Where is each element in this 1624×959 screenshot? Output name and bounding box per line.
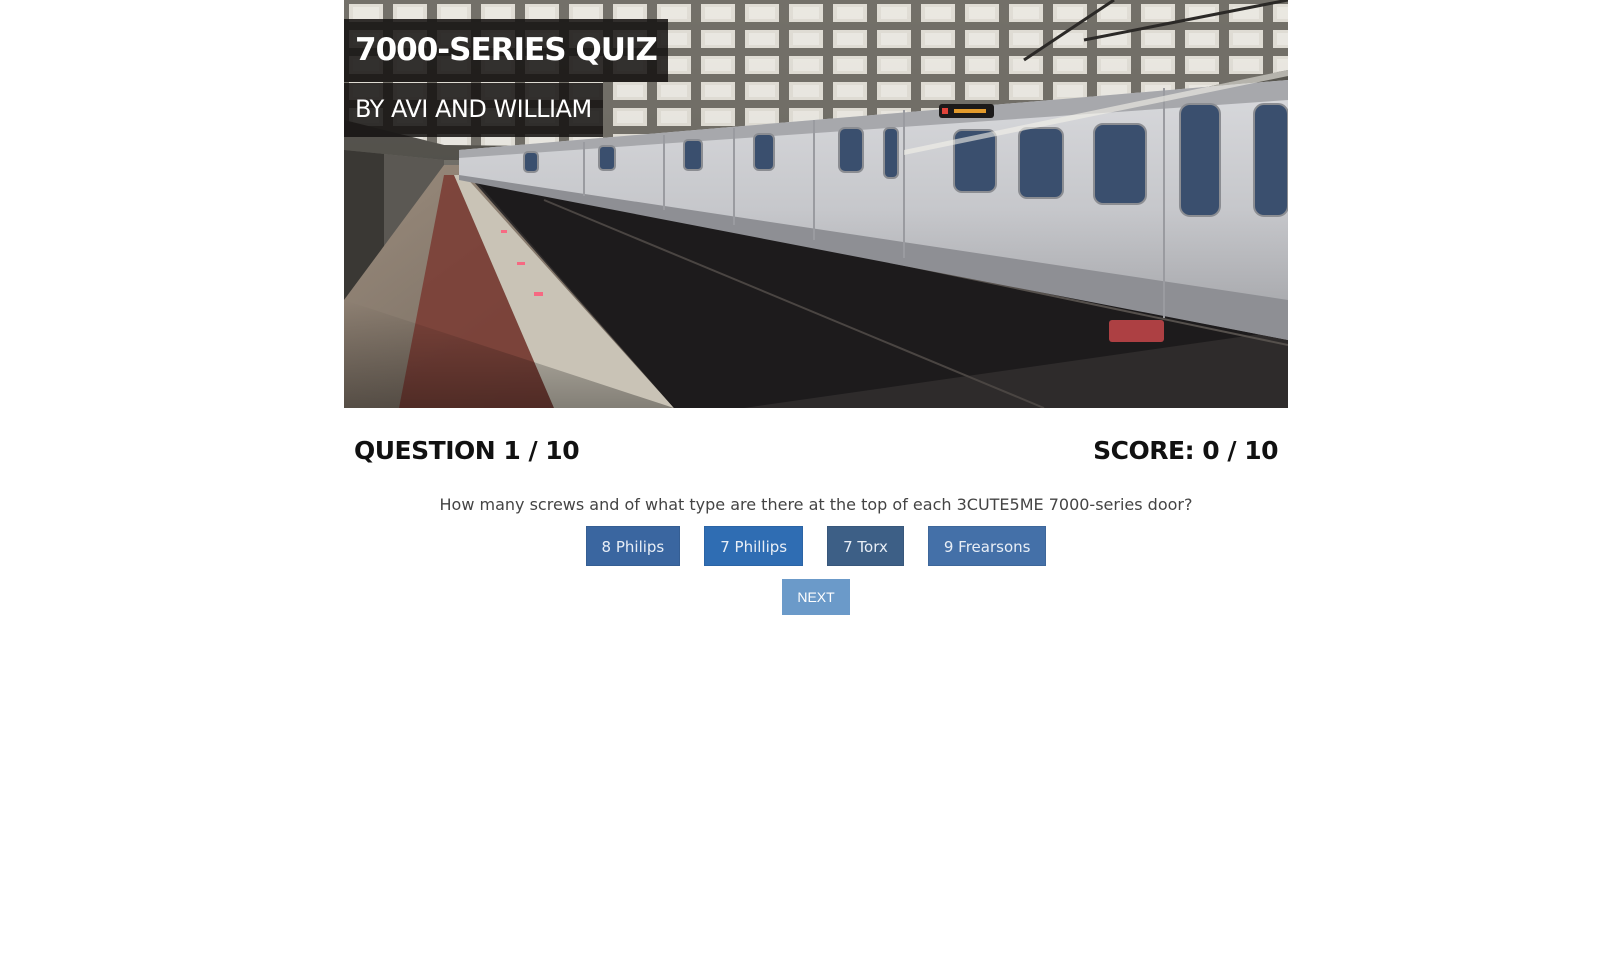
quiz-container: 7000-SERIES QUIZ BY AVI AND WILLIAM QUES…	[344, 0, 1288, 615]
answer-choices: 8 Philips 7 Phillips 7 Torx 9 Frearsons	[344, 526, 1288, 566]
next-wrapper: NEXT	[344, 579, 1288, 615]
quiz-byline: BY AVI AND WILLIAM	[344, 83, 603, 137]
quiz-title: 7000-SERIES QUIZ	[344, 19, 668, 82]
answer-button-3[interactable]: 7 Torx	[827, 526, 904, 566]
score-counter: SCORE: 0 / 10	[1093, 436, 1278, 465]
next-button[interactable]: NEXT	[782, 579, 850, 615]
hero-banner: 7000-SERIES QUIZ BY AVI AND WILLIAM	[344, 0, 1288, 408]
answer-button-4[interactable]: 9 Frearsons	[927, 526, 1047, 566]
question-text: How many screws and of what type are the…	[439, 495, 1193, 514]
answer-button-2[interactable]: 7 Phillips	[704, 526, 804, 566]
question-counter: QUESTION 1 / 10	[354, 436, 580, 465]
status-row: QUESTION 1 / 10 SCORE: 0 / 10	[344, 408, 1288, 488]
answer-button-1[interactable]: 8 Philips	[585, 526, 681, 566]
